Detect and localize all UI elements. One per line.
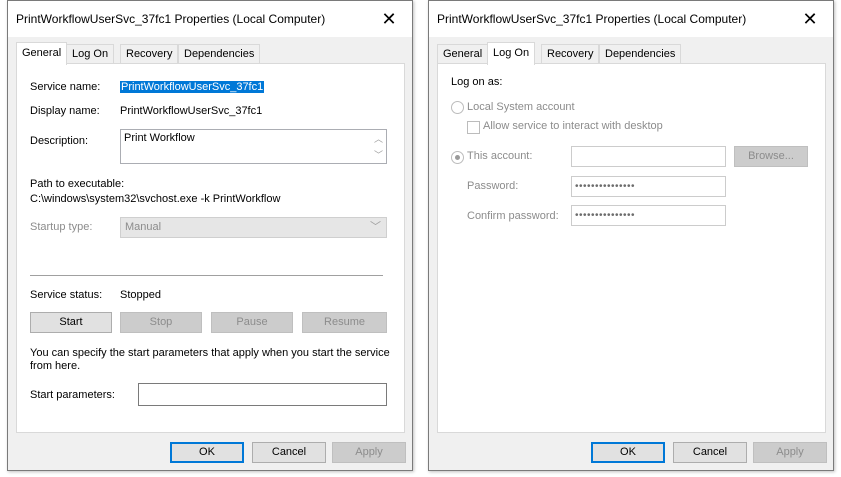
apply-button[interactable]: Apply xyxy=(753,442,827,463)
close-icon[interactable]: ✕ xyxy=(374,5,404,33)
path-label: Path to executable: xyxy=(30,178,125,190)
title-bar: PrintWorkflowUserSvc_37fc1 Properties (L… xyxy=(429,1,833,37)
service-status-label: Service status: xyxy=(30,289,103,301)
local-system-label: Local System account xyxy=(467,101,575,113)
password-input[interactable]: ••••••••••••••• xyxy=(571,176,726,197)
log-on-as-label: Log on as: xyxy=(451,76,503,88)
tab-log-on[interactable]: Log On xyxy=(66,44,115,64)
description-label: Description: xyxy=(30,135,89,147)
confirm-password-input[interactable]: ••••••••••••••• xyxy=(571,205,726,226)
tab-log-on[interactable]: Log On xyxy=(487,42,536,65)
interact-desktop-label: Allow service to interact with desktop xyxy=(483,120,663,132)
startup-type-label: Startup type: xyxy=(30,221,93,233)
confirm-password-label: Confirm password: xyxy=(467,210,559,222)
apply-button[interactable]: Apply xyxy=(332,442,406,463)
start-parameters-label: Start parameters: xyxy=(30,389,115,401)
resume-button[interactable]: Resume xyxy=(302,312,387,333)
properties-dialog-logon: PrintWorkflowUserSvc_37fc1 Properties (L… xyxy=(428,0,834,471)
this-account-label: This account: xyxy=(467,150,533,162)
tab-dependencies[interactable]: Dependencies xyxy=(178,44,261,64)
service-status-value: Stopped xyxy=(120,289,161,301)
startup-type-select[interactable]: Manual ﹀ xyxy=(120,217,387,238)
display-name-label: Display name: xyxy=(30,105,100,117)
scroll-up-icon[interactable]: ︿ xyxy=(374,132,383,145)
tab-general[interactable]: General xyxy=(16,42,68,65)
path-value: C:\windows\system32\svchost.exe -k Print… xyxy=(30,193,281,205)
tab-dependencies[interactable]: Dependencies xyxy=(599,44,682,64)
startup-type-value: Manual xyxy=(125,221,162,233)
interact-desktop-checkbox[interactable] xyxy=(467,121,480,134)
this-account-radio[interactable] xyxy=(451,151,464,164)
title-bar: PrintWorkflowUserSvc_37fc1 Properties (L… xyxy=(8,1,412,37)
ok-button[interactable]: OK xyxy=(170,442,244,463)
tab-recovery[interactable]: Recovery xyxy=(120,44,179,64)
logon-panel: Log on as: Local System account Allow se… xyxy=(437,63,826,433)
general-panel: Service name: PrintWorkflowUserSvc_37fc1… xyxy=(16,63,405,433)
separator xyxy=(30,275,383,276)
chevron-down-icon: ﹀ xyxy=(370,221,381,233)
display-name-value: PrintWorkflowUserSvc_37fc1 xyxy=(120,105,263,117)
tab-general[interactable]: General xyxy=(437,44,489,64)
start-button[interactable]: Start xyxy=(30,312,112,333)
stop-button[interactable]: Stop xyxy=(120,312,202,333)
scroll-down-icon[interactable]: ﹀ xyxy=(374,148,383,161)
service-name-label: Service name: xyxy=(30,81,101,93)
service-name-value[interactable]: PrintWorkflowUserSvc_37fc1 xyxy=(120,81,265,93)
description-textbox[interactable]: Print Workflow ︿ ﹀ xyxy=(120,129,387,164)
properties-dialog-general: PrintWorkflowUserSvc_37fc1 Properties (L… xyxy=(7,0,413,471)
tab-recovery[interactable]: Recovery xyxy=(541,44,600,64)
pause-button[interactable]: Pause xyxy=(211,312,293,333)
password-label: Password: xyxy=(467,180,519,192)
background-edge-right xyxy=(836,0,841,477)
local-system-radio[interactable] xyxy=(451,101,464,114)
dialog-title: PrintWorkflowUserSvc_37fc1 Properties (L… xyxy=(16,12,326,26)
dialog-title: PrintWorkflowUserSvc_37fc1 Properties (L… xyxy=(437,12,747,26)
ok-button[interactable]: OK xyxy=(591,442,665,463)
this-account-input[interactable] xyxy=(571,146,726,167)
start-parameters-input[interactable] xyxy=(138,383,387,406)
browse-button[interactable]: Browse... xyxy=(734,146,808,167)
cancel-button[interactable]: Cancel xyxy=(252,442,326,463)
description-value: Print Workflow xyxy=(124,132,195,144)
hint-text-line1: You can specify the start parameters tha… xyxy=(30,347,390,359)
cancel-button[interactable]: Cancel xyxy=(673,442,747,463)
hint-text-line2: from here. xyxy=(30,360,81,372)
close-icon[interactable]: ✕ xyxy=(795,5,825,33)
